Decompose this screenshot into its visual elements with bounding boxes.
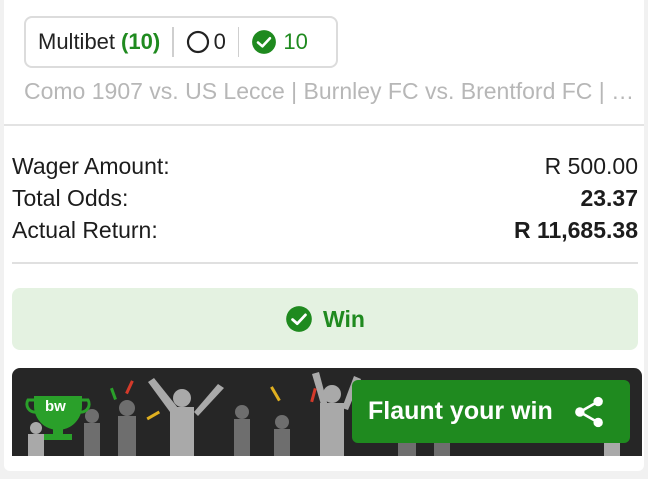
won-legs-segment: 10 xyxy=(239,18,319,66)
odds-label: Total Odds: xyxy=(12,185,129,211)
won-legs-count: 10 xyxy=(283,29,308,54)
check-circle-icon xyxy=(252,30,277,54)
flaunt-button-label: Flaunt your win xyxy=(368,397,553,425)
wager-label: Wager Amount: xyxy=(12,153,170,179)
return-value: R 11,685.38 xyxy=(513,217,638,243)
bet-card: Multibet (10) 0 10 Como 1907 vs. US Lecc… xyxy=(4,0,644,471)
wager-row: Wager Amount: R 500.00 xyxy=(12,153,638,180)
win-status-label: Win xyxy=(323,305,365,332)
bet-type-pill: Multibet (10) 0 10 xyxy=(24,16,338,68)
open-circle-icon xyxy=(186,30,209,54)
legs-count: (10) xyxy=(121,29,161,54)
flaunt-your-win-button[interactable]: Flaunt your win xyxy=(352,380,630,443)
win-status-badge: Win xyxy=(12,288,638,350)
check-circle-icon xyxy=(286,306,312,332)
bet-type-segment: Multibet (10) xyxy=(26,18,172,66)
return-label: Actual Return: xyxy=(12,217,158,243)
odds-value: 23.37 xyxy=(580,185,638,211)
events-summary[interactable]: Como 1907 vs. US Lecce | Burnley FC vs. … xyxy=(24,78,636,105)
divider xyxy=(4,124,644,126)
share-icon xyxy=(574,396,603,427)
flaunt-banner[interactable]: bw Flaunt your win xyxy=(12,368,642,456)
divider xyxy=(12,262,638,264)
bet-type-label: Multibet xyxy=(38,29,116,54)
wager-value: R 500.00 xyxy=(544,153,638,179)
open-legs-count: 0 xyxy=(213,29,226,54)
open-legs-segment: 0 xyxy=(174,18,238,66)
return-row: Actual Return: R 11,685.38 xyxy=(12,217,638,244)
bw-logo-text: bw xyxy=(45,398,66,415)
odds-row: Total Odds: 23.37 xyxy=(12,185,638,212)
